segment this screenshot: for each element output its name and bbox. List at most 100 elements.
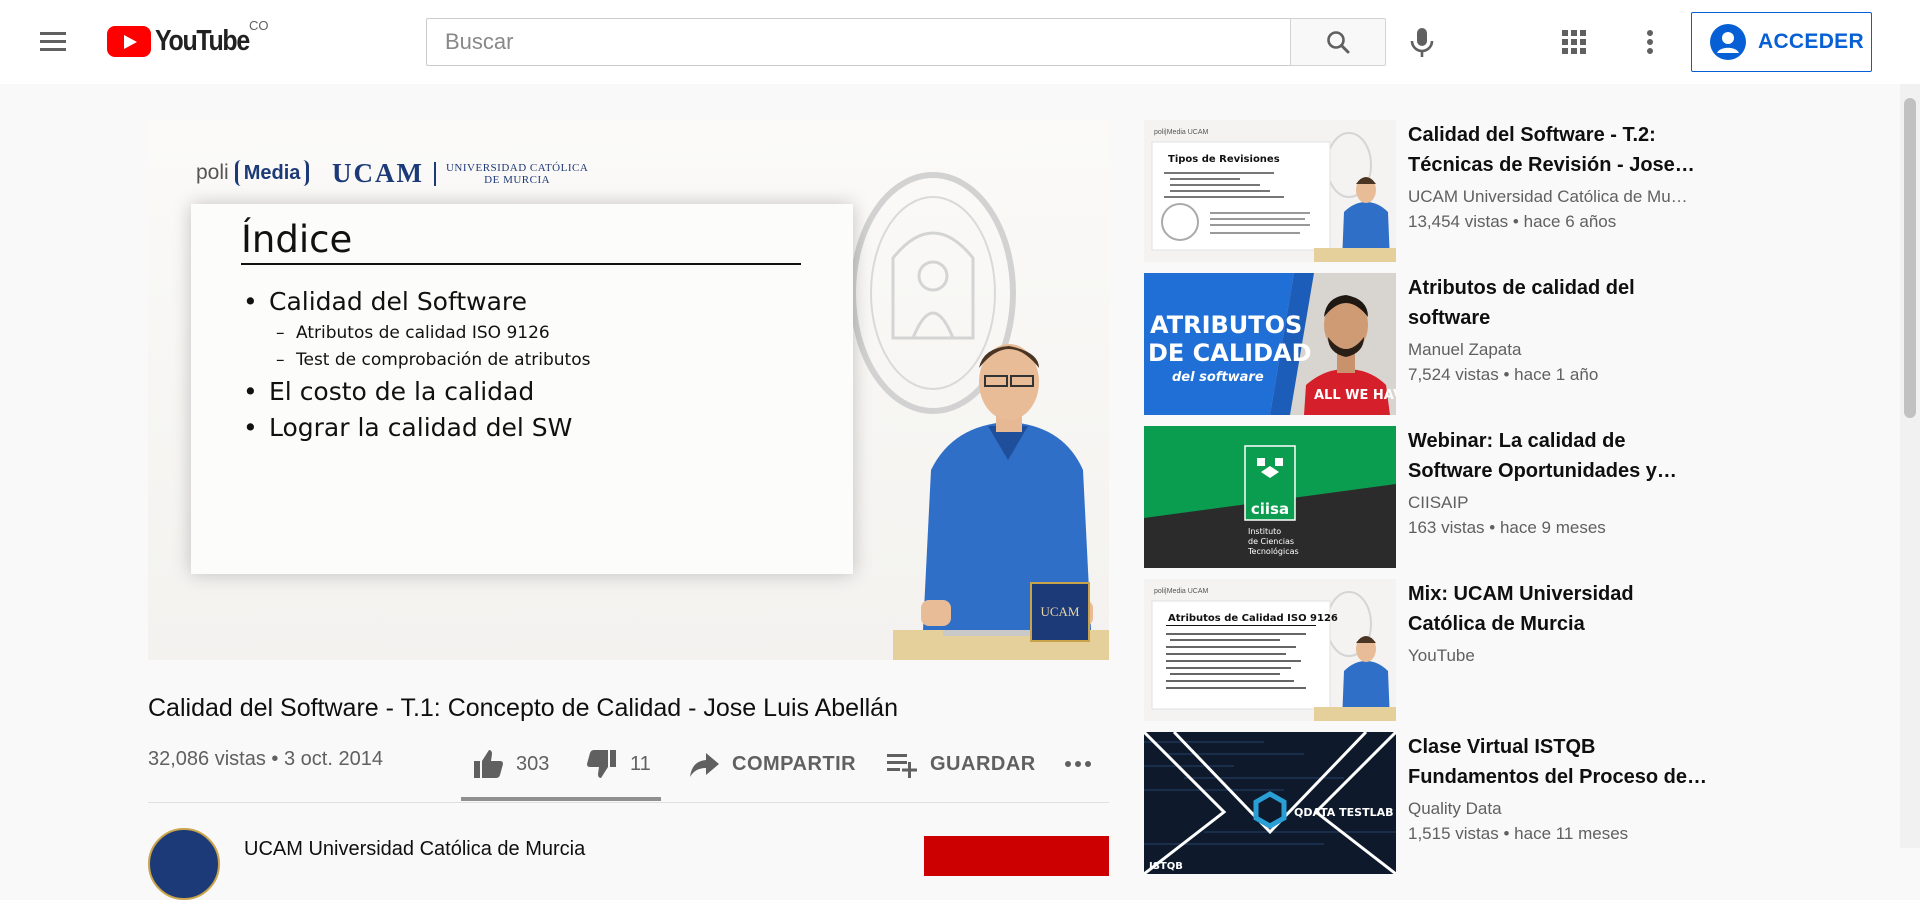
upload-age: hace 9 meses [1499,518,1606,537]
view-count: 163 vistas [1408,518,1485,537]
thumbnail-logo: ciisa Instituto de Ciencias Tecnológicas [1144,426,1396,568]
page-scrollbar[interactable] [1900,84,1920,848]
video-thumbnail[interactable]: ATRIBUTOS DE CALIDAD del software ALL WE… [1144,273,1396,415]
playlist-add-icon [887,754,917,778]
video-title[interactable]: Mix: UCAM Universidad Católica de Murcia [1408,579,1708,639]
meta-separator: • [1489,518,1496,537]
sentiment-bar [461,797,661,801]
recommended-video[interactable]: QDATA TESTLAB ISTQB Clase Virtual ISTQB … [1144,732,1707,874]
voice-search-button[interactable] [1402,22,1442,62]
video-meta: 163 vistas • hace 9 meses [1408,515,1708,541]
thumbnail-sub-line2: de Ciencias [1248,537,1294,546]
video-title[interactable]: Webinar: La calidad de Software Oportuni… [1408,426,1708,486]
thumbnail-sub-line3: Tecnológicas [1247,546,1299,556]
slide-bullet: El costo de la calidad [241,374,841,410]
video-info: Mix: UCAM Universidad Católica de Murcia… [1408,579,1708,668]
account-icon [1710,24,1746,60]
polimedia-logo: poli Media [196,160,310,186]
video-meta: 1,515 vistas • hace 11 meses [1408,821,1708,847]
more-actions-button[interactable] [1060,746,1096,782]
thumbnail-tag: ISTQB [1149,861,1183,872]
video-meta: 13,454 vistas • hace 6 años [1408,209,1708,235]
search-box [426,18,1290,66]
youtube-play-icon [107,25,151,57]
polimedia-logo-text: poli [196,161,229,184]
upload-age: hace 6 años [1523,212,1617,231]
signin-button[interactable]: ACCEDER [1691,12,1872,72]
youtube-logo[interactable]: YouTube [107,23,264,59]
subscribe-button[interactable] [924,836,1109,876]
like-count: 303 [516,752,550,775]
upload-date: 3 oct. 2014 [284,748,383,770]
video-info: Calidad del Software - T.2: Técnicas de … [1408,120,1708,235]
masthead: YouTube CO Buscar ACCEDER [0,0,1920,84]
thumbnail-brand: QDATA TESTLAB [1294,806,1393,819]
view-count: 32,086 vistas [148,748,266,770]
sentiment-bar-fill [461,797,654,801]
divider [148,802,1109,803]
ucam-logo-long: UNIVERSIDAD CATÓLICA DE MURCIA [445,161,589,186]
video-info: Webinar: La calidad de Software Oportuni… [1408,426,1708,541]
share-button[interactable]: COMPARTIR [686,746,856,782]
thumbnail-shirt-text: ALL WE HAVE [1314,388,1396,403]
channel-avatar[interactable] [148,828,220,900]
search-button[interactable] [1290,18,1386,66]
search-icon [1327,31,1350,54]
thumbs-down-icon [587,750,616,778]
slide-title: Índice [241,218,353,261]
video-info: Atributos de calidad del software Manuel… [1408,273,1708,388]
recommended-mix[interactable]: poli|Media UCAM Atributos de Calidad ISO… [1144,579,1704,721]
save-button[interactable]: GUARDAR [884,746,1036,782]
view-count: 13,454 vistas [1408,212,1509,231]
video-thumbnail[interactable]: QDATA TESTLAB ISTQB [1144,732,1396,874]
like-button[interactable]: 303 [470,746,549,782]
video-title[interactable]: Atributos de calidad del software [1408,273,1708,333]
channel-name[interactable]: Quality Data [1408,797,1708,821]
channel-name[interactable]: UCAM Universidad Católica de Mu… [1408,185,1708,209]
polimedia-logo-bracket: Media [234,160,310,186]
svg-text:poli|Media UCAM: poli|Media UCAM [1154,129,1209,136]
video-player[interactable]: poli Media UCAM UNIVERSIDAD CATÓLICA DE … [148,120,1109,660]
recommended-video[interactable]: ATRIBUTOS DE CALIDAD del software ALL WE… [1144,273,1704,415]
dislike-button[interactable]: 11 [584,746,651,782]
thumbnail-slide-presenter: poli|Media UCAM Tipos de Revisiones [1144,120,1396,262]
channel-name[interactable]: YouTube [1408,644,1708,668]
video-thumbnail[interactable]: poli|Media UCAM Atributos de Calidad ISO… [1144,579,1396,721]
upload-age: hace 11 meses [1514,824,1629,843]
slide-bullet: Lograr la calidad del SW [241,410,841,446]
video-meta: 7,524 vistas • hace 1 año [1408,362,1708,388]
signin-label: ACCEDER [1758,30,1864,53]
dislike-count: 11 [630,752,651,775]
view-count: 7,524 vistas [1408,365,1499,384]
country-code: CO [249,18,269,33]
thumbnail-text-line3: del software [1172,370,1264,385]
slide-sub-bullet: Test de comprobación de atributos [241,347,841,374]
menu-icon[interactable] [36,26,68,58]
meta-separator: • [1503,824,1510,843]
scrollbar-thumb[interactable] [1904,98,1916,418]
slide-bullet-list: Calidad del Software Atributos de calida… [241,284,841,446]
upload-age: hace 1 año [1514,365,1599,384]
video-thumbnail[interactable]: ciisa Instituto de Ciencias Tecnológicas [1144,426,1396,568]
thumbnail-slide-title: Tipos de Revisiones [1168,154,1280,165]
search-input[interactable] [427,19,1290,65]
apps-button[interactable] [1558,26,1590,58]
thumbnail-text-line2: DE CALIDAD [1148,339,1312,367]
recommended-video[interactable]: ciisa Instituto de Ciencias Tecnológicas… [1144,426,1704,568]
video-title: Calidad del Software - T.1: Concepto de … [148,694,898,722]
channel-name[interactable]: UCAM Universidad Católica de Murcia [244,838,585,861]
channel-name[interactable]: Manuel Zapata [1408,338,1708,362]
settings-more-button[interactable] [1634,26,1666,58]
slide-sub-bullet: Atributos de calidad ISO 9126 [241,320,841,347]
slide-bullet: Calidad del Software [241,284,841,320]
ucam-logo-short: UCAM [332,158,424,188]
video-title[interactable]: Clase Virtual ISTQB Fundamentos del Proc… [1408,732,1708,792]
video-title[interactable]: Calidad del Software - T.2: Técnicas de … [1408,120,1708,180]
view-count: 1,515 vistas [1408,824,1499,843]
logo-text: YouTube [155,24,250,57]
recommended-video[interactable]: poli|Media UCAM Tipos de Revisiones Cali… [1144,120,1704,262]
ucam-corner-badge: UCAM [1030,582,1090,642]
video-thumbnail[interactable]: poli|Media UCAM Tipos de Revisiones [1144,120,1396,262]
channel-name[interactable]: CIISAIP [1408,491,1708,515]
thumbnail-text-banner: ATRIBUTOS DE CALIDAD del software ALL WE… [1144,273,1396,415]
